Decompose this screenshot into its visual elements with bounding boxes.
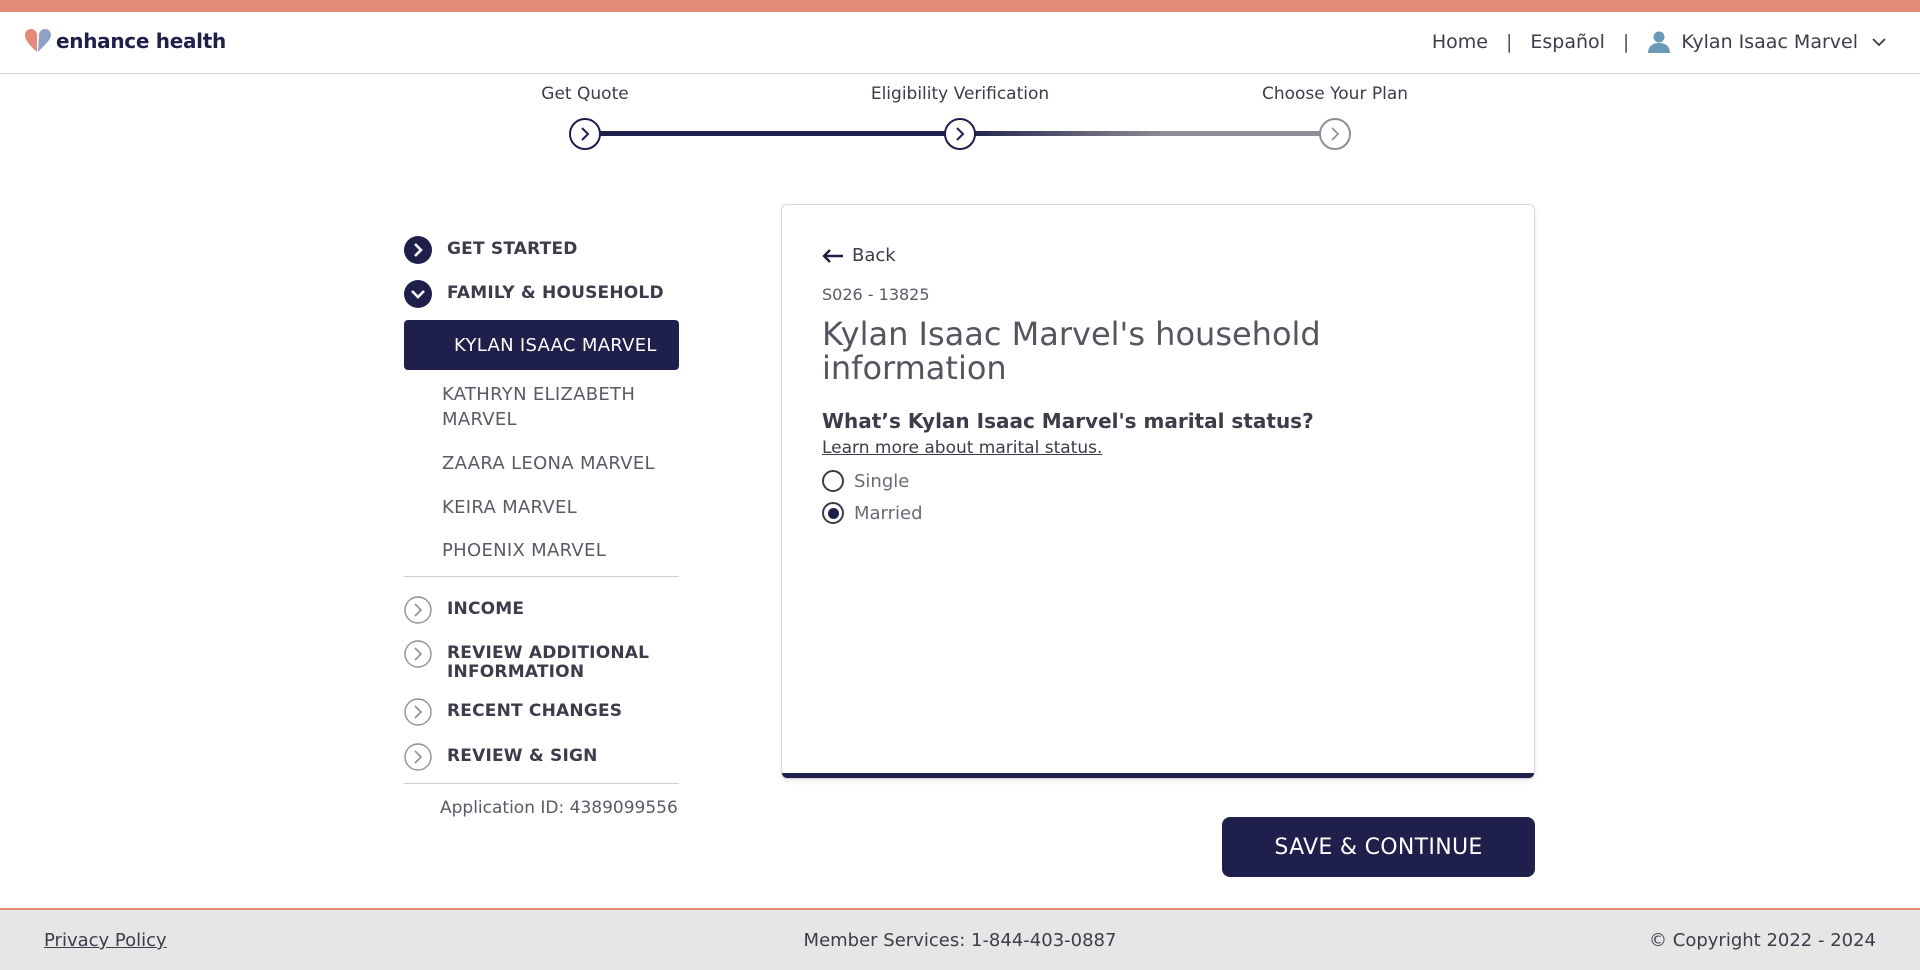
back-label: Back	[852, 245, 896, 266]
nav-separator: |	[1505, 31, 1513, 53]
progress-stepper: Get Quote Eligibility Verification Choos…	[540, 84, 1440, 154]
nav-home-link[interactable]: Home	[1432, 31, 1488, 53]
user-menu-name[interactable]: Kylan Isaac Marvel	[1681, 31, 1858, 53]
sidebar-section-recent-changes[interactable]: RECENT CHANGES	[404, 698, 694, 726]
sidebar-section-label: REVIEW & SIGN	[447, 746, 598, 766]
chevron-right-circle-icon	[404, 743, 432, 771]
brand-name: enhance health	[56, 29, 226, 53]
sidebar-section-label: FAMILY & HOUSEHOLD	[447, 283, 664, 303]
sidebar-item-zaara[interactable]: ZAARA LEONA MARVEL	[404, 451, 679, 476]
sidebar-section-label: REVIEW ADDITIONAL INFORMATION	[447, 643, 650, 682]
copyright: © Copyright 2022 - 2024	[1649, 930, 1876, 951]
chevron-right-circle-icon	[404, 596, 432, 624]
member-services: Member Services: 1-844-403-0887	[803, 930, 1117, 951]
form-code: S026 - 13825	[822, 285, 930, 304]
step-label-eligibility: Eligibility Verification	[870, 84, 1050, 104]
sidebar-divider	[404, 576, 679, 577]
footer: Privacy Policy Member Services: 1-844-40…	[0, 908, 1920, 970]
privacy-policy-link[interactable]: Privacy Policy	[44, 930, 167, 951]
chevron-down-circle-icon	[404, 280, 432, 308]
sidebar-section-family[interactable]: FAMILY & HOUSEHOLD	[404, 280, 694, 308]
sidebar-divider	[404, 783, 679, 784]
sidebar-section-label: INCOME	[447, 599, 525, 619]
learn-more-link[interactable]: Learn more about marital status.	[822, 438, 1102, 458]
application-id: Application ID: 4389099556	[440, 798, 678, 818]
application-sidebar: GET STARTED FAMILY & HOUSEHOLD KYLAN ISA…	[404, 232, 694, 818]
nav-separator: |	[1622, 31, 1630, 53]
brand-logo[interactable]: enhance health	[24, 28, 226, 54]
nav-language-link[interactable]: Español	[1530, 31, 1605, 53]
sidebar-item-kathryn[interactable]: KATHRYN ELIZABETH MARVEL	[404, 382, 679, 432]
radio-selected-dot	[827, 507, 839, 519]
top-accent-stripe	[0, 0, 1920, 12]
page-title: Kylan Isaac Marvel's household informati…	[822, 315, 1321, 387]
top-nav: Home | Español | Kylan Isaac Marvel	[1432, 30, 1886, 54]
heart-logo-icon	[25, 29, 51, 52]
sidebar-section-income[interactable]: INCOME	[404, 596, 694, 624]
chevron-right-icon	[581, 127, 590, 141]
radio-label: Single	[854, 470, 910, 492]
chevron-down-icon[interactable]	[1872, 37, 1886, 47]
save-continue-button[interactable]: SAVE & CONTINUE	[1222, 817, 1535, 877]
sidebar-section-get-started[interactable]: GET STARTED	[404, 236, 694, 264]
chevron-right-circle-icon	[404, 236, 432, 264]
radio-option-single[interactable]: Single	[822, 470, 909, 492]
step-label-choose-plan: Choose Your Plan	[1261, 84, 1409, 104]
sidebar-section-review-additional[interactable]: REVIEW ADDITIONAL INFORMATION	[404, 640, 694, 682]
marital-status-question: What’s Kylan Isaac Marvel's marital stat…	[822, 409, 1314, 433]
sidebar-section-review-sign[interactable]: REVIEW & SIGN	[404, 743, 694, 771]
chevron-right-icon	[956, 127, 965, 141]
chevron-right-circle-icon	[404, 698, 432, 726]
step-label-get-quote: Get Quote	[541, 84, 629, 104]
step-line-pending	[960, 131, 1335, 136]
radio-married[interactable]	[822, 502, 844, 524]
step-eligibility[interactable]	[944, 118, 976, 150]
sidebar-item-keira[interactable]: KEIRA MARVEL	[404, 495, 679, 520]
step-get-quote[interactable]	[569, 118, 601, 150]
arrow-left-icon	[822, 248, 843, 263]
chevron-right-circle-icon	[404, 640, 432, 668]
card-bottom-border	[782, 773, 1534, 778]
back-link[interactable]: Back	[822, 245, 896, 266]
header: enhance health Home | Español | Kylan Is…	[0, 12, 1920, 74]
step-choose-plan[interactable]	[1319, 118, 1351, 150]
sidebar-item-phoenix[interactable]: PHOENIX MARVEL	[404, 538, 679, 563]
sidebar-section-label: GET STARTED	[447, 239, 578, 259]
user-icon	[1648, 31, 1671, 53]
sidebar-item-kylan[interactable]: KYLAN ISAAC MARVEL	[404, 320, 679, 370]
radio-label: Married	[854, 502, 923, 524]
chevron-right-icon	[1331, 127, 1340, 141]
step-line-completed	[585, 131, 960, 136]
sidebar-section-label: RECENT CHANGES	[447, 701, 623, 721]
household-form-card: Back S026 - 13825 Kylan Isaac Marvel's h…	[781, 204, 1535, 779]
radio-option-married[interactable]: Married	[822, 502, 923, 524]
radio-single[interactable]	[822, 470, 844, 492]
